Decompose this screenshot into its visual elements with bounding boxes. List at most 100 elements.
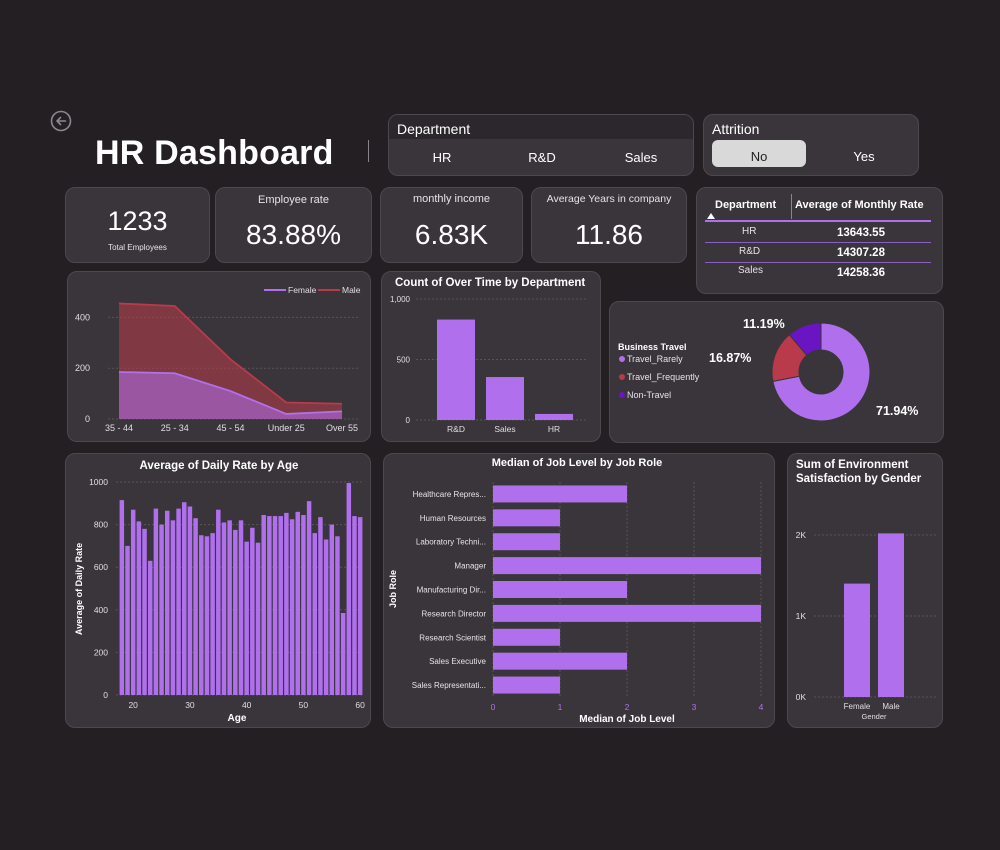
x-tick-label: 2 (625, 702, 630, 712)
bar-male (878, 533, 904, 697)
attrition-slicer-title: Attrition (712, 121, 760, 137)
x-tick-label: 1 (558, 702, 563, 712)
age-gender-area-chart: 400 200 0 35 - 44 25 - 34 45 - 54 Under 25 Over… (75, 285, 361, 433)
legend-marker-travel-rarely (619, 356, 625, 362)
legend-label-non-travel: Non-Travel (627, 390, 671, 400)
employee-rate-value: 83.88% (246, 219, 341, 250)
attrition-option-no-label[interactable]: No (712, 149, 806, 164)
x-tick-label: 20 (128, 700, 138, 710)
average-years-value: 11.86 (575, 219, 643, 250)
bar-age-59 (352, 516, 357, 695)
donut-label-non-travel: 11.19% (743, 317, 785, 331)
daily-rate-bar-chart: Average of Daily Rate by Age100080060040… (74, 460, 365, 724)
y-tick-label: 1,000 (390, 295, 411, 304)
x-tick-label: R&D (447, 424, 465, 434)
bar-age-29 (182, 502, 187, 695)
y-tick-label: Sales Representati... (412, 681, 486, 690)
table-row: HR 13643.55 (705, 222, 931, 243)
bar-age-24 (153, 508, 159, 695)
x-tick-label: 45 - 54 (216, 423, 244, 433)
average-years-label: Average Years in company (546, 193, 672, 205)
bar-age-41 (250, 527, 255, 695)
bar-role-1 (493, 509, 560, 527)
env-satisfaction-bar-chart: 2K 1K 0K Female MaleGender (796, 530, 936, 721)
legend-marker-non-travel (619, 392, 625, 398)
bar-age-43 (261, 515, 266, 695)
y-tick-label: Manufacturing Dir... (417, 586, 486, 595)
table-cell-rate: 14307.28 (837, 247, 885, 259)
x-axis-label: Age (228, 713, 247, 724)
bar-age-34 (210, 533, 215, 695)
bar-role-7 (493, 652, 627, 670)
bar-age-49 (295, 511, 300, 695)
bar-age-37 (227, 520, 232, 695)
y-tick-label: 1K (796, 611, 807, 621)
bar-age-21 (136, 521, 142, 695)
job-level-card: Median of Job Level by Job Role 0 1 2 3 4 Heal… (383, 453, 775, 728)
monthly-income-value: 6.83K (414, 219, 489, 250)
sort-indicator-icon[interactable] (706, 212, 716, 220)
job-level-chart-title: Median of Job Level by Job Role (492, 457, 663, 469)
bar-age-55 (329, 524, 335, 695)
y-tick-label: Manager (454, 562, 486, 571)
table-header-department[interactable]: Department (715, 199, 776, 211)
x-tick-label: Over 55 (326, 423, 358, 433)
table-header-divider (791, 194, 792, 219)
bar-age-45 (272, 516, 278, 695)
x-tick-label: 25 - 34 (161, 423, 189, 433)
y-axis-label: Average of Daily Rate (74, 543, 84, 635)
table-cell-dept: R&D (739, 246, 761, 257)
y-tick-label: 600 (94, 562, 108, 572)
x-tick-label: 50 (299, 700, 309, 710)
x-tick-label: 0 (491, 702, 496, 712)
table-row: R&D 14307.28 (705, 243, 931, 263)
kpi-average-years: Average Years in company 11.86 (531, 187, 687, 263)
table-header-average-monthly-rate[interactable]: Average of Monthly Rate (795, 199, 924, 211)
bar-age-40 (244, 541, 249, 695)
department-option-sales[interactable]: Sales (616, 150, 666, 165)
bar-age-26 (164, 510, 170, 695)
daily-rate-chart-title: Average of Daily Rate by Age (140, 460, 299, 472)
total-employees-value: 1233 (107, 206, 168, 236)
y-tick-label: 200 (75, 363, 90, 373)
bar-age-35 (216, 509, 221, 695)
bar-age-57 (340, 612, 346, 695)
back-arrow-icon[interactable] (50, 110, 72, 132)
donut-label-travel-frequently: 16.87% (709, 351, 751, 365)
y-tick-label: 400 (94, 605, 108, 615)
bar-rd (437, 319, 475, 420)
bar-role-4 (493, 581, 627, 598)
legend-label-female: Female (288, 285, 317, 295)
y-tick-label: Human Resources (420, 514, 486, 523)
kpi-monthly-income: monthly income 6.83K (380, 187, 523, 263)
y-tick-label: Laboratory Techni... (416, 538, 486, 547)
table-row: Sales 14258.36 (705, 263, 931, 282)
y-tick-label: 2K (796, 530, 807, 540)
y-tick-label: 0 (406, 416, 411, 425)
y-tick-label: Research Director (422, 609, 487, 618)
y-tick-label: 1000 (89, 477, 108, 487)
bar-age-32 (199, 535, 204, 695)
bar-age-30 (187, 506, 193, 695)
y-tick-label: Sales Executive (429, 657, 486, 666)
department-option-hr[interactable]: HR (417, 150, 467, 165)
bar-age-54 (323, 539, 329, 695)
bar-age-31 (193, 518, 198, 695)
bar-age-39 (238, 520, 244, 695)
y-tick-label: Healthcare Repres... (413, 490, 486, 499)
x-tick-label: 60 (355, 700, 365, 710)
bar-age-58 (346, 483, 352, 695)
department-option-rd[interactable]: R&D (517, 150, 567, 165)
legend-marker-travel-frequently (619, 374, 625, 380)
bar-hr (535, 413, 573, 420)
bar-age-42 (255, 542, 261, 695)
business-travel-card: 71.94% 16.87% 11.19% Business Travel Travel_… (609, 301, 944, 443)
bar-age-38 (233, 529, 238, 695)
bar-role-8 (493, 676, 560, 694)
bar-age-25 (159, 524, 164, 695)
bar-role-3 (493, 557, 761, 575)
legend-title: Business Travel (618, 342, 687, 352)
bar-age-22 (142, 528, 147, 695)
page-title: HR Dashboard (95, 134, 334, 172)
attrition-option-yes[interactable]: Yes (836, 149, 892, 164)
